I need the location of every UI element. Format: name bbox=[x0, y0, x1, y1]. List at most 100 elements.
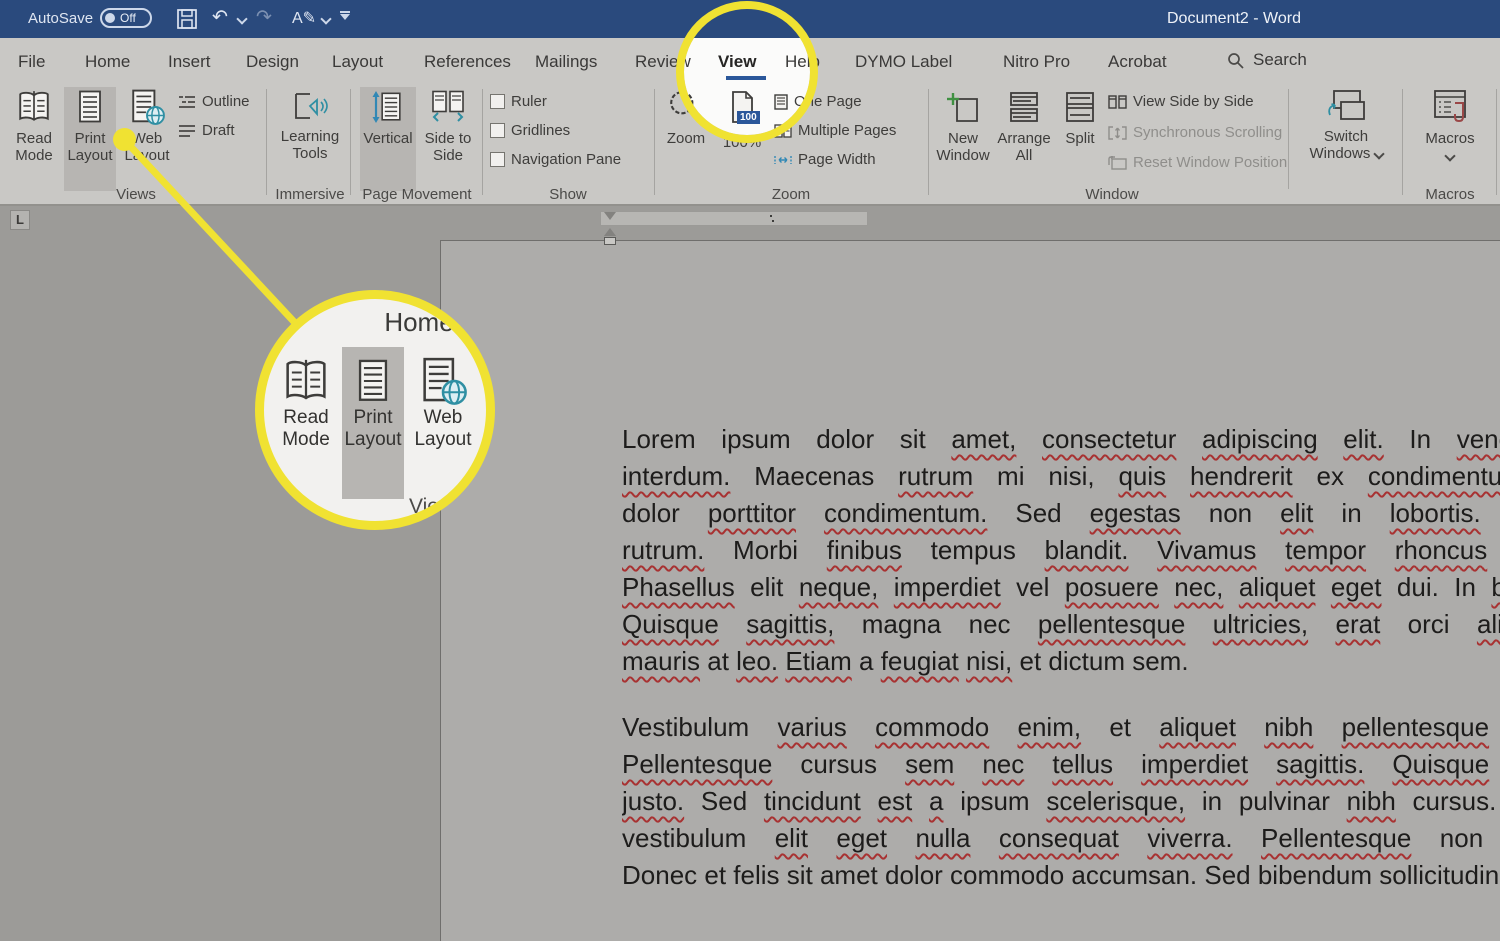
side-to-side-button[interactable]: Side to Side bbox=[420, 87, 476, 164]
document-body-text[interactable]: Lorem ipsum dolor sit amet, consectetur … bbox=[622, 424, 1500, 926]
tab-design[interactable]: Design bbox=[246, 52, 299, 72]
group-label-macros: Macros bbox=[1406, 186, 1494, 203]
gridlines-checkbox[interactable] bbox=[490, 123, 505, 138]
web-layout-icon bbox=[129, 87, 165, 127]
search-field[interactable]: Search bbox=[1227, 50, 1307, 70]
arrange-all-icon bbox=[1007, 87, 1041, 127]
callout-anchor-dot bbox=[113, 128, 136, 151]
navigation-pane-checkbox[interactable] bbox=[490, 152, 505, 167]
arrange-all-button[interactable]: Arrange All bbox=[994, 87, 1054, 164]
tab-references[interactable]: References bbox=[424, 52, 511, 72]
switch-windows-dropdown-icon bbox=[1373, 148, 1384, 159]
switch-windows-button[interactable]: Switch Windows bbox=[1296, 87, 1396, 162]
callout-web-layout-icon bbox=[419, 355, 467, 407]
print-layout-button[interactable]: Print Layout bbox=[64, 87, 116, 191]
tab-view[interactable]: View bbox=[718, 52, 756, 72]
tab-insert[interactable]: Insert bbox=[168, 52, 211, 72]
one-page-icon bbox=[774, 94, 788, 110]
tab-review[interactable]: Review bbox=[635, 52, 691, 72]
group-views: Read Mode Print Layout Web Layout Outlin… bbox=[8, 85, 264, 203]
ruler-tick bbox=[770, 215, 772, 217]
first-line-indent-marker[interactable] bbox=[604, 212, 616, 220]
save-icon[interactable] bbox=[176, 8, 198, 30]
reset-window-position-button: Reset Window Position bbox=[1108, 154, 1287, 171]
text-line: interdum. Maecenas rutrum mi nisi, quis … bbox=[622, 461, 1500, 498]
tab-dymo-label[interactable]: DYMO Label bbox=[855, 52, 952, 72]
left-indent-marker[interactable] bbox=[604, 237, 616, 245]
paragraph: Vestibulum varius commodo enim, et aliqu… bbox=[622, 712, 1500, 897]
callout-read-mode-icon bbox=[282, 355, 330, 407]
outline-icon bbox=[178, 95, 196, 109]
multiple-pages-button[interactable]: Multiple Pages bbox=[774, 122, 896, 139]
synchronous-scrolling-button: Synchronous Scrolling bbox=[1108, 124, 1282, 141]
new-window-icon bbox=[945, 87, 981, 127]
group-label-views: Views bbox=[8, 186, 264, 203]
text-line: Vestibulum varius commodo enim, et aliqu… bbox=[622, 712, 1500, 749]
multiple-pages-icon bbox=[774, 124, 792, 138]
macros-dropdown-icon bbox=[1444, 150, 1455, 161]
autosave-toggle[interactable]: Off bbox=[100, 8, 152, 28]
ribbon-view-tab-content: Read Mode Print Layout Web Layout Outlin… bbox=[0, 85, 1500, 204]
group-immersive: Learning Tools Immersive bbox=[270, 85, 350, 203]
learning-tools-icon bbox=[290, 87, 330, 125]
view-side-by-side-button[interactable]: View Side by Side bbox=[1108, 93, 1254, 110]
zoom-100-button[interactable]: 100 100% bbox=[716, 87, 768, 151]
title-bar: AutoSave Off ↶ ↷ A✎ Document2 - Word bbox=[0, 0, 1500, 38]
undo-dropdown-icon[interactable] bbox=[236, 13, 247, 24]
navigation-pane-checkbox-row[interactable]: Navigation Pane bbox=[490, 151, 621, 168]
tab-help[interactable]: Help bbox=[785, 52, 820, 72]
macros-button[interactable]: Macros bbox=[1410, 87, 1490, 164]
ink-editor-icon[interactable]: A✎ bbox=[292, 8, 316, 28]
ruler-tick bbox=[772, 220, 774, 222]
macros-icon bbox=[1431, 87, 1469, 127]
vertical-icon bbox=[370, 87, 406, 127]
undo-icon[interactable]: ↶ bbox=[212, 6, 228, 29]
group-window: New Window Arrange All Split bbox=[932, 85, 1402, 203]
horizontal-ruler[interactable] bbox=[600, 211, 868, 226]
tab-layout[interactable]: Layout bbox=[332, 52, 383, 72]
new-window-button[interactable]: New Window bbox=[934, 87, 992, 164]
read-mode-icon bbox=[16, 87, 52, 127]
outline-button[interactable]: Outline bbox=[178, 93, 250, 110]
autosave-state: Off bbox=[120, 11, 136, 25]
callout-web-layout-button: Web Layout bbox=[408, 355, 478, 451]
group-zoom: Zoom 100 100% One Page bbox=[658, 85, 924, 203]
tab-stop-selector[interactable]: L bbox=[10, 210, 30, 230]
zoom-button[interactable]: Zoom bbox=[660, 87, 712, 147]
read-mode-button[interactable]: Read Mode bbox=[8, 87, 60, 164]
customize-quick-access-icon[interactable] bbox=[340, 14, 350, 20]
text-line: mauris at leo. Etiam a feugiat nisi, et … bbox=[622, 646, 1500, 683]
tab-nitro-pro[interactable]: Nitro Pro bbox=[1003, 52, 1070, 72]
reset-window-position-icon bbox=[1108, 156, 1127, 170]
tab-file[interactable]: File bbox=[18, 52, 45, 72]
vertical-button[interactable]: Vertical bbox=[360, 87, 416, 191]
tab-home[interactable]: Home bbox=[85, 52, 130, 72]
text-line: Quisque sagittis, magna nec pellentesque… bbox=[622, 609, 1500, 646]
one-page-button[interactable]: One Page bbox=[774, 93, 862, 110]
draft-button[interactable]: Draft bbox=[178, 122, 235, 139]
synchronous-scrolling-icon bbox=[1108, 126, 1127, 140]
ruler-checkbox[interactable] bbox=[490, 94, 505, 109]
text-line: rutrum. Morbi finibus tempus blandit. Vi… bbox=[622, 535, 1500, 572]
tab-acrobat[interactable]: Acrobat bbox=[1108, 52, 1167, 72]
toggle-knob-icon bbox=[105, 13, 115, 23]
search-icon bbox=[1227, 52, 1244, 69]
switch-windows-icon bbox=[1326, 87, 1366, 125]
page-width-button[interactable]: Page Width bbox=[774, 151, 876, 168]
tab-mailings[interactable]: Mailings bbox=[535, 52, 597, 72]
callout-views-group-label: Views bbox=[409, 495, 465, 519]
web-layout-button[interactable]: Web Layout bbox=[120, 87, 174, 164]
zoom-icon bbox=[667, 87, 705, 127]
group-label-window: Window bbox=[932, 186, 1292, 203]
ink-dropdown-icon[interactable] bbox=[320, 13, 331, 24]
gridlines-checkbox-row[interactable]: Gridlines bbox=[490, 122, 570, 139]
views-magnifier-callout: Home Read Mode Print Layout Web Layout V… bbox=[255, 290, 495, 530]
ribbon-tab-row: File Home Insert Design Layout Reference… bbox=[0, 38, 1500, 85]
hanging-indent-marker[interactable] bbox=[604, 228, 616, 236]
split-button[interactable]: Split bbox=[1058, 87, 1102, 147]
group-label-zoom: Zoom bbox=[658, 186, 924, 203]
text-line: dolor porttitor condimentum. Sed egestas… bbox=[622, 498, 1500, 535]
ruler-checkbox-row[interactable]: Ruler bbox=[490, 93, 547, 110]
learning-tools-button[interactable]: Learning Tools bbox=[278, 87, 342, 162]
group-macros: Macros Macros bbox=[1406, 85, 1494, 203]
